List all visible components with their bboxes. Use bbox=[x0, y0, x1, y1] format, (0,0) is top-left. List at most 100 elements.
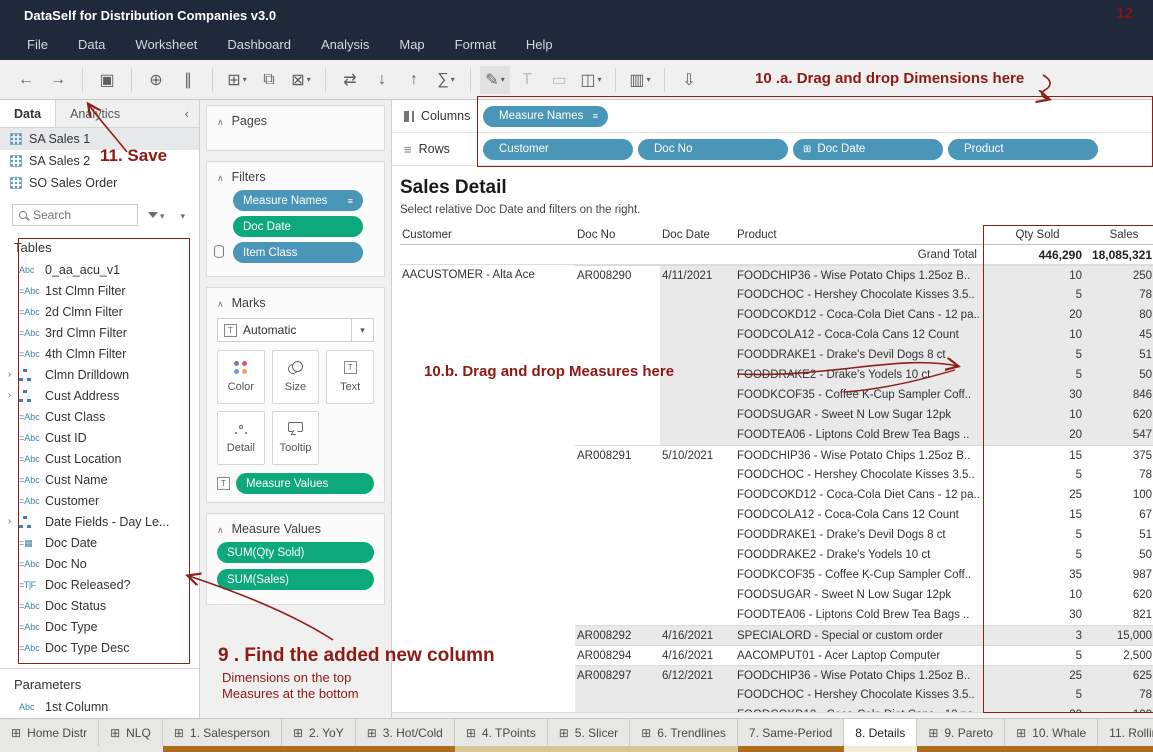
field-item[interactable]: Doc No bbox=[0, 553, 199, 574]
expander-icon[interactable] bbox=[4, 516, 15, 527]
column-header-docdate[interactable]: Doc Date bbox=[660, 225, 735, 245]
mark-type-dropdown[interactable]: Automatic bbox=[217, 318, 374, 342]
field-item[interactable]: 4th Clmn Filter bbox=[0, 343, 199, 364]
tab-data[interactable]: Data bbox=[0, 100, 56, 127]
table-row[interactable]: FOODDRAKE1 - Drake's Devil Dogs 8 ct 5 5… bbox=[400, 525, 1153, 545]
menu-item[interactable]: Help bbox=[511, 30, 568, 60]
table-row[interactable]: AR008294 4/16/2021 AACOMPUT01 - Acer Lap… bbox=[400, 645, 1153, 665]
sheet-tab[interactable]: 3. Hot/Cold bbox=[356, 719, 455, 752]
table-row[interactable]: FOODCOLA12 - Coca-Cola Cans 12 Count 15 … bbox=[400, 505, 1153, 525]
sheet-tab[interactable]: NLQ bbox=[99, 719, 163, 752]
sheet-tab[interactable]: 7. Same-Period bbox=[738, 719, 844, 752]
filter-pill[interactable]: Measure Names ≡ bbox=[233, 190, 363, 211]
field-item[interactable]: Cust ID bbox=[0, 427, 199, 448]
filter-pill[interactable]: Item Class bbox=[233, 242, 363, 263]
sheet-tab-body[interactable]: 5. Slicer bbox=[548, 719, 630, 746]
table-row[interactable]: FOODCHOC - Hershey Chocolate Kisses 3.5.… bbox=[400, 685, 1153, 705]
sheet-tab[interactable]: 1. Salesperson bbox=[163, 719, 282, 752]
filters-card-header[interactable]: Filters bbox=[207, 162, 384, 190]
field-item[interactable]: Customer bbox=[0, 490, 199, 511]
sheet-tab-body[interactable]: NLQ bbox=[99, 719, 163, 746]
field-item[interactable]: Doc Released? bbox=[0, 574, 199, 595]
sort-descending-button[interactable]: ↑ bbox=[399, 66, 429, 94]
sheet-tab[interactable]: 10. Whale bbox=[1005, 719, 1098, 752]
mark-property-button[interactable]: Text bbox=[326, 350, 374, 404]
table-row[interactable]: FOODSUGAR - Sweet N Low Sugar 12pk 10 62… bbox=[400, 585, 1153, 605]
measure-values-card-header[interactable]: Measure Values bbox=[207, 514, 384, 542]
column-header-qty-sold[interactable]: Qty Sold bbox=[985, 225, 1090, 245]
table-row[interactable]: FOODCOKD12 - Coca-Cola Diet Cans - 12 pa… bbox=[400, 305, 1153, 325]
menu-item[interactable]: Analysis bbox=[306, 30, 384, 60]
column-header-sales[interactable]: Sales bbox=[1090, 225, 1153, 245]
measure-values-pill[interactable]: Measure Values bbox=[236, 473, 374, 494]
pages-card-header[interactable]: Pages bbox=[207, 106, 384, 134]
field-item[interactable]: Cust Class bbox=[0, 406, 199, 427]
field-item[interactable]: Doc Type Desc bbox=[0, 637, 199, 658]
clear-sheet-button[interactable]: ⊠▾ bbox=[286, 66, 316, 94]
sheet-tab[interactable]: 6. Trendlines bbox=[630, 719, 738, 752]
table-row[interactable]: FOODCHOC - Hershey Chocolate Kisses 3.5.… bbox=[400, 465, 1153, 485]
table-row[interactable]: FOODCOKD12 - Coca-Cola Diet Cans - 12 pa… bbox=[400, 485, 1153, 505]
table-row[interactable]: AR008291 5/10/2021 FOODCHIP36 - Wise Pot… bbox=[400, 445, 1153, 465]
field-item[interactable]: 2d Clmn Filter bbox=[0, 301, 199, 322]
column-header-docno[interactable]: Doc No bbox=[575, 225, 660, 245]
field-item[interactable]: Clmn Drilldown bbox=[0, 364, 199, 385]
measure-pill[interactable]: SUM(Sales) bbox=[217, 569, 374, 590]
presentation-mode-button[interactable]: ⇩ bbox=[674, 66, 704, 94]
table-row[interactable]: FOODTEA06 - Liptons Cold Brew Tea Bags .… bbox=[400, 605, 1153, 625]
data-source-item[interactable]: SA Sales 2 bbox=[0, 150, 199, 172]
sheet-tab[interactable]: 4. TPoints bbox=[455, 719, 548, 752]
new-worksheet-button[interactable]: ⊞▾ bbox=[222, 66, 252, 94]
filter-pill[interactable]: Doc Date bbox=[233, 216, 363, 237]
sheet-tab-body[interactable]: 4. TPoints bbox=[455, 719, 548, 746]
field-list-options-icon[interactable] bbox=[181, 206, 186, 224]
expander-icon[interactable] bbox=[4, 369, 15, 380]
table-row[interactable]: FOODCOLA12 - Coca-Cola Cans 12 Count 10 … bbox=[400, 325, 1153, 345]
search-box[interactable] bbox=[12, 204, 138, 226]
table-row[interactable]: FOODCOKD12 - Coca-Cola Diet Cans - 12 pa… bbox=[400, 705, 1153, 712]
table-row[interactable]: FOODTEA06 - Liptons Cold Brew Tea Bags .… bbox=[400, 425, 1153, 445]
show-hide-cards-button[interactable]: ▥▾ bbox=[625, 66, 655, 94]
sheet-tab-body[interactable]: 10. Whale bbox=[1005, 719, 1098, 746]
sheet-tab-body[interactable]: 7. Same-Period bbox=[738, 719, 844, 746]
table-row[interactable]: FOODKCOF35 - Coffee K-Cup Sampler Coff..… bbox=[400, 385, 1153, 405]
mark-property-button[interactable]: Tooltip bbox=[272, 411, 320, 465]
totals-button[interactable]: ∑▾ bbox=[431, 66, 461, 94]
parameter-item[interactable]: 1st Column bbox=[0, 696, 199, 717]
measure-pill[interactable]: SUM(Qty Sold) bbox=[217, 542, 374, 563]
table-row[interactable]: FOODCHOC - Hershey Chocolate Kisses 3.5.… bbox=[400, 285, 1153, 305]
collapse-pane-icon[interactable]: ‹ bbox=[185, 100, 199, 127]
data-source-item[interactable]: SA Sales 1 bbox=[0, 128, 199, 150]
shelf-pill[interactable]: Product bbox=[948, 139, 1098, 160]
menu-item[interactable]: Dashboard bbox=[212, 30, 306, 60]
marks-card-header[interactable]: Marks bbox=[207, 288, 384, 316]
shelf-pill[interactable]: ⊞ Doc Date bbox=[793, 139, 943, 160]
table-row[interactable]: FOODDRAKE2 - Drake's Yodels 10 ct 5 50 bbox=[400, 545, 1153, 565]
sheet-tab-body[interactable]: 6. Trendlines bbox=[630, 719, 738, 746]
table-row[interactable]: AACUSTOMER - Alta Ace AR008290 4/11/2021… bbox=[400, 265, 1153, 285]
shelf-pill[interactable]: Doc No bbox=[638, 139, 788, 160]
shelf-pill[interactable]: Customer bbox=[483, 139, 633, 160]
search-input[interactable] bbox=[33, 208, 113, 222]
field-item[interactable]: 0_aa_acu_v1 bbox=[0, 259, 199, 280]
sheet-tab[interactable]: Home Distr bbox=[0, 719, 99, 752]
field-item[interactable]: Doc Type bbox=[0, 616, 199, 637]
mark-property-button[interactable]: Detail bbox=[217, 411, 265, 465]
redo-button[interactable]: → bbox=[43, 66, 73, 94]
new-data-source-button[interactable]: ⊕ bbox=[141, 66, 171, 94]
menu-item[interactable]: Data bbox=[63, 30, 120, 60]
expander-icon[interactable] bbox=[4, 390, 15, 401]
duplicate-sheet-button[interactable]: ⧉ bbox=[254, 66, 284, 94]
sheet-tab[interactable]: 8. Details bbox=[844, 719, 917, 752]
column-header-customer[interactable]: Customer bbox=[400, 225, 575, 245]
sheet-tab-body[interactable]: 1. Salesperson bbox=[163, 719, 282, 746]
sheet-tab-body[interactable]: 11. Rolling bbox=[1098, 719, 1153, 746]
sheet-tab[interactable]: 11. Rolling bbox=[1098, 719, 1153, 752]
table-row[interactable]: FOODDRAKE2 - Drake's Yodels 10 ct 5 50 bbox=[400, 365, 1153, 385]
mark-property-button[interactable]: Size bbox=[272, 350, 320, 404]
table-row[interactable]: FOODSUGAR - Sweet N Low Sugar 12pk 10 62… bbox=[400, 405, 1153, 425]
fix-axes-button[interactable]: ▭ bbox=[544, 66, 574, 94]
sheet-tab-body[interactable]: 2. YoY bbox=[282, 719, 356, 746]
field-item[interactable]: Cust Location bbox=[0, 448, 199, 469]
save-button[interactable]: ▣ bbox=[92, 66, 122, 94]
